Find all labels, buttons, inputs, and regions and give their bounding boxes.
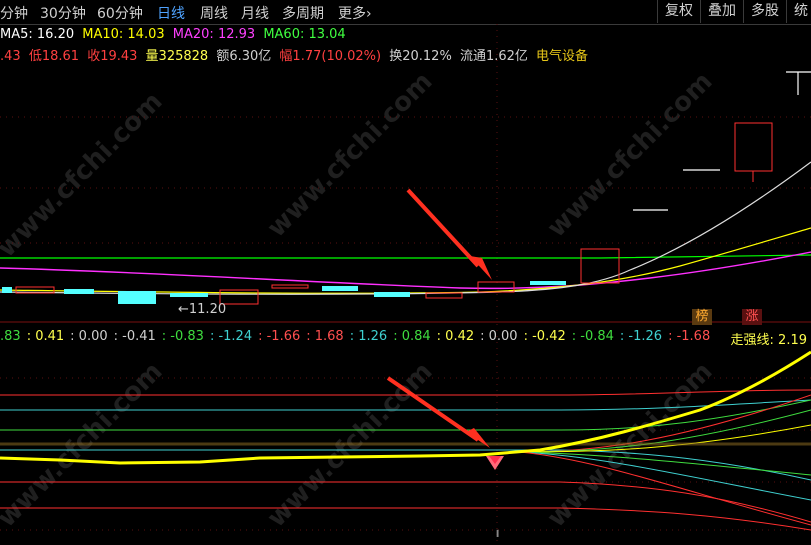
indicator-value: : 1.26: [349, 329, 388, 344]
indicator-value: : -0.84: [571, 329, 614, 344]
indicator-value: : -0.41: [113, 329, 156, 344]
indicator-value: : 0.00: [70, 329, 108, 344]
ma60-line: [0, 254, 811, 259]
indicator-value: : -0.42: [523, 329, 566, 344]
chart-canvas[interactable]: [0, 0, 811, 545]
indicator-value: : 0.00: [480, 329, 518, 344]
indicator-values: .83 : 0.41 : 0.00 : -0.41 : -0.83 : -1.24 : -1…: [0, 329, 716, 344]
indicator-value: : -1.66: [258, 329, 301, 344]
indicator-value: : -1.24: [209, 329, 253, 344]
strength-line: [0, 350, 811, 465]
indicator-value: : 0.84: [393, 329, 431, 344]
bang-badge[interactable]: 榜: [692, 309, 712, 325]
indicator-fan: [0, 389, 811, 531]
buy-signal-icon: [486, 456, 504, 470]
indicator-value: : -1.68: [668, 329, 711, 344]
indicator-value: : 0.41: [26, 329, 65, 344]
indicator-value: : 1.68: [306, 329, 344, 344]
low-price-label: ←11.20: [178, 302, 227, 317]
lower-grid: [0, 377, 811, 531]
annotation-arrows: [386, 188, 492, 448]
strength-value: 走强线: 2.19: [730, 333, 807, 348]
ma10-line: [0, 227, 811, 294]
ma5-line: [0, 161, 811, 295]
indicator-value: .83: [0, 329, 21, 344]
indicator-value: : 0.42: [436, 329, 475, 344]
zhang-badge[interactable]: 涨: [742, 309, 762, 325]
axis-tick-icon: ╹: [494, 530, 502, 544]
indicator-value: : -0.83: [161, 329, 204, 344]
indicator-value: : -1.26: [619, 329, 663, 344]
upper-grid: [0, 116, 811, 244]
candles: [2, 71, 811, 305]
